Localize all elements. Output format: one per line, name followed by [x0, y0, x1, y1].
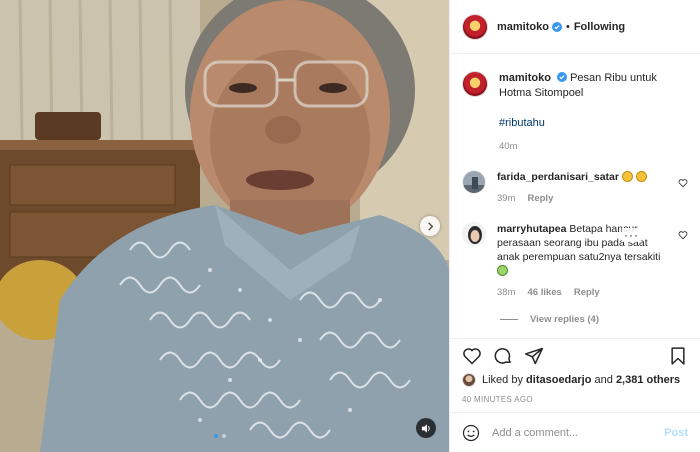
next-media-button[interactable] — [420, 216, 440, 236]
avatar[interactable] — [462, 13, 488, 40]
comments-list[interactable]: mamitoko Pesan Ribu untuk Hotma Sitompoe… — [450, 55, 700, 338]
post-button[interactable]: Post — [664, 427, 688, 439]
speaker-icon — [421, 423, 430, 433]
avatar[interactable] — [462, 170, 486, 194]
carousel-dot — [222, 434, 226, 438]
liked-by-prefix: Liked by — [482, 374, 523, 386]
liked-by-others[interactable]: 2,381 others — [616, 374, 680, 386]
caption-username[interactable]: mamitoko — [499, 72, 551, 84]
comment-username[interactable]: farida_perdanisari_satar — [497, 171, 619, 183]
sound-toggle-button[interactable] — [416, 418, 436, 438]
view-replies-button[interactable]: View replies (4) — [500, 314, 688, 325]
comment-item: farida_perdanisari_satar 39m Reply — [462, 170, 688, 206]
likes-summary: Liked by ditasoedarjo and 2,381 others — [462, 373, 688, 387]
hashtag-link[interactable]: #ributahu — [499, 116, 688, 131]
post-media-video[interactable] — [0, 0, 449, 452]
liked-by-user[interactable]: ditasoedarjo — [526, 374, 591, 386]
post-caption: mamitoko Pesan Ribu untuk Hotma Sitompoe… — [462, 55, 688, 154]
verified-badge-icon — [551, 21, 562, 32]
divider-line — [500, 319, 518, 320]
share-icon[interactable] — [524, 346, 544, 366]
comment-item: marryhutapea Betapa hancur perasaan seor… — [462, 222, 688, 300]
reply-button[interactable]: Reply — [527, 192, 553, 206]
liked-by-and: and — [594, 374, 613, 386]
action-bar — [462, 341, 688, 371]
avatar[interactable] — [462, 222, 486, 246]
comment-like-heart-icon[interactable] — [678, 178, 688, 188]
smiley-icon[interactable] — [462, 424, 480, 442]
post-side-panel: mamitoko • Following mamitoko Pesan Ribu… — [449, 0, 700, 452]
comment-like-heart-icon[interactable] — [678, 230, 688, 240]
video-frame-image — [0, 0, 449, 452]
header-username[interactable]: mamitoko — [497, 21, 549, 33]
avatar[interactable] — [462, 71, 488, 97]
comment-input[interactable] — [492, 426, 652, 439]
crying-face-emoji-icon — [497, 265, 508, 276]
reply-button[interactable]: Reply — [574, 286, 600, 300]
comment-username[interactable]: marryhutapea — [497, 223, 566, 235]
caption-time: 40m — [499, 141, 518, 152]
add-comment-form: Post — [450, 412, 700, 452]
commenter-avatar-image — [463, 171, 485, 193]
post-actions-section: Liked by ditasoedarjo and 2,381 others 4… — [450, 338, 700, 404]
header-separator: • — [565, 20, 570, 33]
bookmark-icon[interactable] — [668, 346, 688, 366]
verified-badge-icon — [557, 72, 568, 82]
comment-time: 39m — [497, 193, 516, 204]
post-timestamp[interactable]: 40 MINUTES AGO — [462, 395, 688, 404]
avatar[interactable] — [462, 373, 476, 387]
following-button[interactable]: Following — [574, 21, 625, 33]
sad-face-emoji-icon — [621, 171, 633, 182]
carousel-dot — [214, 434, 218, 438]
post-header: mamitoko • Following — [450, 0, 700, 54]
sad-face-emoji-icon — [635, 171, 647, 182]
comment-icon[interactable] — [493, 346, 513, 366]
view-replies-label: View replies (4) — [530, 314, 599, 325]
commenter-avatar-image — [463, 223, 485, 245]
heart-icon[interactable] — [462, 346, 482, 366]
chevron-right-icon — [427, 221, 433, 231]
carousel-indicator — [214, 434, 226, 438]
comment-likes-count[interactable]: 46 likes — [527, 286, 561, 300]
more-options-button[interactable]: ··· — [622, 228, 641, 242]
comment-time: 38m — [497, 287, 516, 298]
